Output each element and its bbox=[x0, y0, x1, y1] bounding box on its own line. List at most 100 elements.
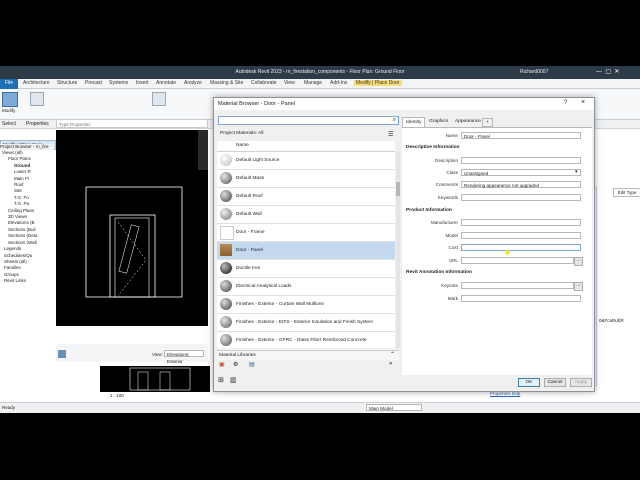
library-panel-icon[interactable]: ▤ bbox=[249, 361, 255, 368]
keywords-label: Keywords bbox=[437, 195, 458, 200]
material-name: Finishes - Exterior - GFRC - Glass Fiber… bbox=[236, 338, 367, 343]
material-search-input[interactable]: ⌕ bbox=[218, 116, 399, 125]
material-name: Electrical Analytical Loads bbox=[236, 284, 292, 289]
tab-structure[interactable]: Structure bbox=[57, 80, 77, 86]
library-folder-icon[interactable]: ▣ bbox=[219, 361, 225, 368]
tab-appearance[interactable]: Appearance bbox=[452, 117, 484, 126]
material-row[interactable]: Finishes - Exterior - Curtain Wall Mulli… bbox=[217, 296, 395, 314]
tab-collaborate[interactable]: Collaborate bbox=[251, 80, 277, 86]
add-asset-button[interactable]: + bbox=[482, 118, 493, 127]
mark-field[interactable] bbox=[461, 295, 581, 302]
active-model-select[interactable]: Main Model bbox=[366, 404, 422, 411]
material-row[interactable]: Default Light Source bbox=[217, 152, 395, 170]
view-control-bar: View: Elevations: Exterior bbox=[56, 344, 208, 364]
cost-field[interactable] bbox=[461, 244, 581, 251]
libraries-label: Material Libraries bbox=[219, 353, 256, 358]
tab-architecture[interactable]: Architecture bbox=[23, 80, 50, 86]
scale-indicator[interactable]: 1 : 100 bbox=[110, 393, 124, 398]
tab-systems[interactable]: Systems bbox=[109, 80, 128, 86]
view-label: View: bbox=[152, 352, 163, 357]
list-scrollbar[interactable] bbox=[396, 152, 400, 348]
properties-label[interactable]: Properties bbox=[26, 121, 49, 127]
view-icon[interactable] bbox=[58, 350, 66, 358]
apply-button[interactable]: Apply bbox=[570, 378, 592, 387]
material-name: Default Wall bbox=[236, 212, 262, 217]
material-swatch bbox=[220, 226, 234, 240]
user-name[interactable]: Richard0007 bbox=[520, 69, 548, 75]
material-name: Default Roof bbox=[236, 194, 263, 199]
file-tab[interactable]: File bbox=[0, 79, 18, 89]
expand-icon[interactable]: » bbox=[389, 361, 392, 367]
library-settings-icon[interactable]: ⚙ bbox=[233, 361, 238, 368]
tab-precast[interactable]: Precast bbox=[85, 80, 102, 86]
material-row[interactable]: Default Wall bbox=[217, 206, 395, 224]
material-swatch bbox=[220, 172, 232, 184]
keynote-browse-button[interactable]: … bbox=[574, 282, 583, 291]
tab-identity[interactable]: Identity bbox=[402, 117, 426, 127]
elevation-view-canvas[interactable] bbox=[56, 130, 208, 326]
class-select[interactable]: Unassigned bbox=[461, 169, 581, 176]
view-select[interactable]: Elevations: Exterior bbox=[164, 350, 204, 364]
material-row[interactable]: Default Mass bbox=[217, 170, 395, 188]
comments-label: Comments bbox=[435, 182, 458, 187]
material-row[interactable]: Finishes - Exterior - GFRC - Glass Fiber… bbox=[217, 332, 395, 348]
model-field[interactable] bbox=[461, 232, 581, 239]
tab-manage[interactable]: Manage bbox=[304, 80, 322, 86]
name-column-header[interactable]: Name bbox=[236, 143, 249, 148]
material-row-selected[interactable]: Door - Panel bbox=[217, 242, 395, 260]
cancel-button[interactable]: Cancel bbox=[544, 378, 566, 387]
window-controls[interactable]: — ▢ ✕ bbox=[596, 68, 619, 75]
door-elevation-drawing bbox=[85, 186, 183, 298]
material-swatch bbox=[220, 280, 232, 292]
url-field[interactable] bbox=[461, 257, 574, 264]
tab-view[interactable]: View bbox=[284, 80, 295, 86]
select-label[interactable]: Select bbox=[2, 121, 16, 127]
material-name: Ductile Iron bbox=[236, 266, 261, 271]
url-browse-button[interactable]: … bbox=[574, 257, 583, 266]
material-row[interactable]: Ductile Iron bbox=[217, 260, 395, 278]
material-row[interactable]: Default Roof bbox=[217, 188, 395, 206]
name-field[interactable]: Door - Panel bbox=[461, 132, 581, 139]
type-properties-field[interactable]: Type Properties bbox=[56, 119, 208, 128]
close-icon[interactable]: × bbox=[581, 99, 585, 106]
tab-modify-place-door[interactable]: Modify | Place Door bbox=[354, 80, 402, 86]
keywords-field[interactable] bbox=[461, 194, 581, 201]
scrollbar-thumb[interactable] bbox=[396, 182, 400, 196]
comments-field[interactable]: Rendering appearance not upgraded bbox=[461, 181, 581, 188]
tree-item[interactable]: Revit Links bbox=[0, 278, 54, 284]
ok-button[interactable]: OK bbox=[518, 378, 540, 387]
material-libraries-header: Material Libraries ⌃ bbox=[217, 350, 399, 360]
tab-addins[interactable]: Add-Ins bbox=[330, 80, 347, 86]
tab-insert[interactable]: Insert bbox=[136, 80, 149, 86]
descriptive-info-header: Descriptive Information bbox=[406, 145, 460, 150]
material-swatch bbox=[220, 316, 232, 328]
view-options-icon[interactable]: ☰ bbox=[388, 131, 393, 138]
manufacturer-field[interactable] bbox=[461, 219, 581, 226]
modify-tool-icon[interactable] bbox=[2, 92, 18, 107]
material-swatch bbox=[220, 262, 232, 274]
collapse-icon[interactable]: ⌃ bbox=[390, 351, 395, 358]
tab-analyze[interactable]: Analyze bbox=[184, 80, 202, 86]
tab-annotate[interactable]: Annotate bbox=[156, 80, 176, 86]
tab-graphics[interactable]: Graphics bbox=[426, 117, 451, 126]
material-swatch bbox=[220, 190, 232, 202]
tab-massing[interactable]: Massing & Site bbox=[210, 80, 243, 86]
description-field[interactable] bbox=[461, 157, 581, 164]
help-icon[interactable]: ? bbox=[564, 100, 567, 106]
material-row[interactable]: Door - Frame bbox=[217, 224, 395, 242]
keynote-field[interactable] bbox=[461, 282, 574, 289]
material-row[interactable]: Electrical Analytical Loads bbox=[217, 278, 395, 296]
panel-toggle-icon[interactable]: ▥ bbox=[230, 376, 237, 384]
edit-type-button[interactable]: Edit Type bbox=[613, 188, 640, 197]
title-bar: Autodesk Revit 2023 - rn_firestation_com… bbox=[0, 66, 640, 79]
properties-panel-right: Edit Type 0&FcaRuf(R bbox=[596, 186, 640, 386]
modify-label: Modify bbox=[2, 108, 16, 113]
search-icon[interactable]: ⌕ bbox=[393, 117, 396, 124]
project-materials-filter[interactable]: Project Materials: All bbox=[220, 131, 263, 136]
properties-icon[interactable] bbox=[30, 92, 44, 106]
chevron-down-icon[interactable]: ▾ bbox=[575, 169, 578, 175]
navigation-bar[interactable] bbox=[198, 130, 208, 170]
clipboard-icon[interactable] bbox=[152, 92, 166, 106]
grid-view-icon[interactable]: ⊞ bbox=[218, 376, 224, 384]
material-row[interactable]: Finishes - Exterior - EIFS - Exterior In… bbox=[217, 314, 395, 332]
